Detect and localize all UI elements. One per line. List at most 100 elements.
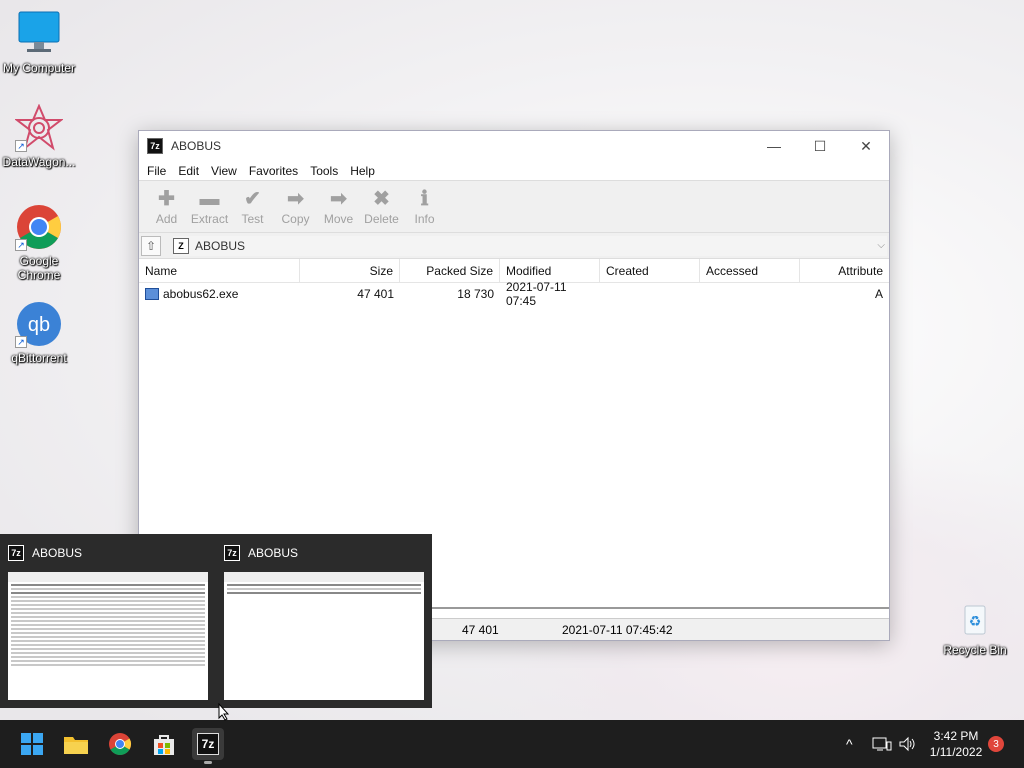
chevron-down-icon[interactable]: ⌵ — [877, 240, 885, 251]
plus-icon: ✚ — [158, 188, 175, 210]
7zip-app-icon: 7z — [197, 733, 219, 755]
clock-date: 1/11/2022 — [929, 745, 983, 759]
window-title: ABOBUS — [171, 139, 222, 153]
menu-favorites[interactable]: Favorites — [243, 164, 304, 178]
shortcut-arrow-icon: ↗ — [15, 140, 27, 152]
minimize-button[interactable]: — — [751, 131, 797, 161]
move-button[interactable]: ➡ Move — [317, 186, 360, 226]
tray-overflow-button[interactable]: ^ — [846, 720, 853, 768]
clock-time: 3:42 PM — [933, 729, 979, 743]
7zip-app-icon: 7z — [147, 138, 163, 154]
preview-thumbnail — [8, 572, 208, 700]
preview-title: ABOBUS — [32, 546, 83, 560]
chevron-up-icon: ^ — [846, 736, 853, 752]
address-field[interactable]: Z ABOBUS ⌵ — [173, 235, 887, 256]
file-size: 47 401 — [357, 287, 394, 301]
desktop-icon-chrome[interactable]: ↗ Google Chrome — [0, 203, 79, 282]
menu-tools[interactable]: Tools — [304, 164, 344, 178]
col-attribute[interactable]: Attribute — [800, 259, 889, 282]
address-bar: ⇧ Z ABOBUS ⌵ — [139, 233, 889, 259]
address-text: ABOBUS — [195, 238, 246, 253]
menu-help[interactable]: Help — [344, 164, 381, 178]
menu-edit[interactable]: Edit — [172, 164, 205, 178]
table-row[interactable]: abobus62.exe 47 401 18 730 2021-07-11 07… — [139, 280, 889, 308]
menu-bar: File Edit View Favorites Tools Help — [139, 161, 889, 181]
col-accessed[interactable]: Accessed — [700, 259, 800, 282]
chrome-taskbar-button[interactable] — [104, 728, 136, 760]
notification-badge[interactable]: 3 — [988, 736, 1004, 752]
copy-arrow-icon: ➡ — [287, 188, 304, 210]
desktop-icon-label: Recycle Bin — [943, 643, 1007, 657]
store-bag-icon — [154, 735, 174, 755]
datawagon-icon: ↗ — [14, 103, 64, 152]
desktop-icon-label: qBittorrent — [11, 351, 67, 365]
menu-file[interactable]: File — [141, 164, 172, 178]
svg-text:qb: qb — [28, 314, 50, 336]
7zip-app-icon: 7z — [224, 545, 240, 561]
desktop-icon-label: Google Chrome — [17, 254, 61, 282]
status-modified: 2021-07-11 07:45:42 — [562, 622, 673, 637]
taskbar-preview-popup: 7z ABOBUS 7z ABOBUS — [0, 534, 432, 708]
taskbar: 7z ^ 3:42 PM 1/11/2022 — [0, 720, 1024, 768]
svg-text:♻: ♻ — [969, 614, 982, 630]
7zip-app-icon: 7z — [8, 545, 24, 561]
start-button[interactable] — [16, 728, 48, 760]
store-button[interactable] — [148, 728, 180, 760]
col-size[interactable]: Size — [300, 259, 400, 282]
file-accessed — [700, 283, 800, 305]
folder-icon — [64, 737, 88, 754]
maximize-button[interactable]: ☐ — [797, 131, 843, 161]
move-arrow-icon: ➡ — [330, 188, 347, 210]
add-button[interactable]: ✚ Add — [145, 186, 188, 226]
7zip-taskbar-button[interactable]: 7z — [192, 728, 224, 760]
desktop-icon-datawagon[interactable]: ↗ DataWagon... — [0, 103, 79, 169]
shortcut-arrow-icon: ↗ — [15, 336, 27, 348]
horizontal-scrollbar[interactable] — [429, 607, 889, 609]
clock[interactable]: 3:42 PM 1/11/2022 — [926, 728, 986, 760]
volume-icon[interactable] — [898, 720, 916, 768]
chrome-icon — [109, 733, 131, 755]
windows-icon — [21, 733, 43, 755]
desktop-icon-qbittorrent[interactable]: qb ↗ qBittorrent — [0, 300, 79, 365]
network-icon[interactable] — [872, 720, 892, 768]
col-created[interactable]: Created — [600, 259, 700, 282]
qbittorrent-icon: qb ↗ — [15, 300, 63, 348]
col-name[interactable]: Name — [139, 259, 300, 282]
menu-view[interactable]: View — [205, 164, 243, 178]
delete-x-icon: ✖ — [373, 188, 390, 210]
archive-icon: Z — [173, 237, 189, 254]
recycle-bin-icon: ♻ — [955, 600, 995, 640]
file-packed-size: 18 730 — [457, 287, 494, 301]
desktop-icon-recycle-bin[interactable]: ♻ Recycle Bin — [935, 600, 1015, 657]
preview-thumbnail — [224, 572, 424, 700]
delete-button[interactable]: ✖ Delete — [360, 186, 403, 226]
status-size: 47 401 — [462, 622, 499, 637]
col-packed-size[interactable]: Packed Size — [400, 259, 500, 282]
info-button[interactable]: ℹ Info — [403, 186, 446, 226]
title-bar[interactable]: 7z ABOBUS — ☐ ✕ — [139, 131, 889, 161]
toolbar: ✚ Add ▬ Extract ✔ Test ➡ Copy ➡ Move ✖ Delete … — [139, 181, 889, 233]
file-attribute: A — [874, 287, 883, 301]
check-icon: ✔ — [244, 188, 261, 210]
preview-window-1[interactable]: 7z ABOBUS — [0, 534, 210, 708]
desktop-icon-label: DataWagon... — [2, 155, 76, 169]
desktop-icon-label: My Computer — [2, 61, 76, 75]
info-icon: ℹ — [420, 188, 429, 210]
copy-button[interactable]: ➡ Copy — [274, 186, 317, 226]
file-explorer-button[interactable] — [60, 728, 92, 760]
preview-window-2[interactable]: 7z ABOBUS — [216, 534, 426, 708]
up-folder-button[interactable]: ⇧ — [141, 235, 161, 256]
shortcut-arrow-icon: ↗ — [15, 239, 27, 251]
file-name: abobus62.exe — [163, 287, 239, 301]
minus-icon: ▬ — [199, 188, 220, 210]
extract-button[interactable]: ▬ Extract — [188, 186, 231, 226]
desktop-icon-my-computer[interactable]: My Computer — [0, 10, 79, 75]
close-button[interactable]: ✕ — [843, 131, 889, 161]
monitor-icon — [15, 10, 63, 58]
preview-title: ABOBUS — [248, 546, 299, 560]
chrome-icon: ↗ — [15, 203, 63, 251]
col-modified[interactable]: Modified — [500, 259, 600, 282]
test-button[interactable]: ✔ Test — [231, 186, 274, 226]
exe-file-icon — [145, 288, 159, 300]
active-indicator — [204, 761, 212, 764]
